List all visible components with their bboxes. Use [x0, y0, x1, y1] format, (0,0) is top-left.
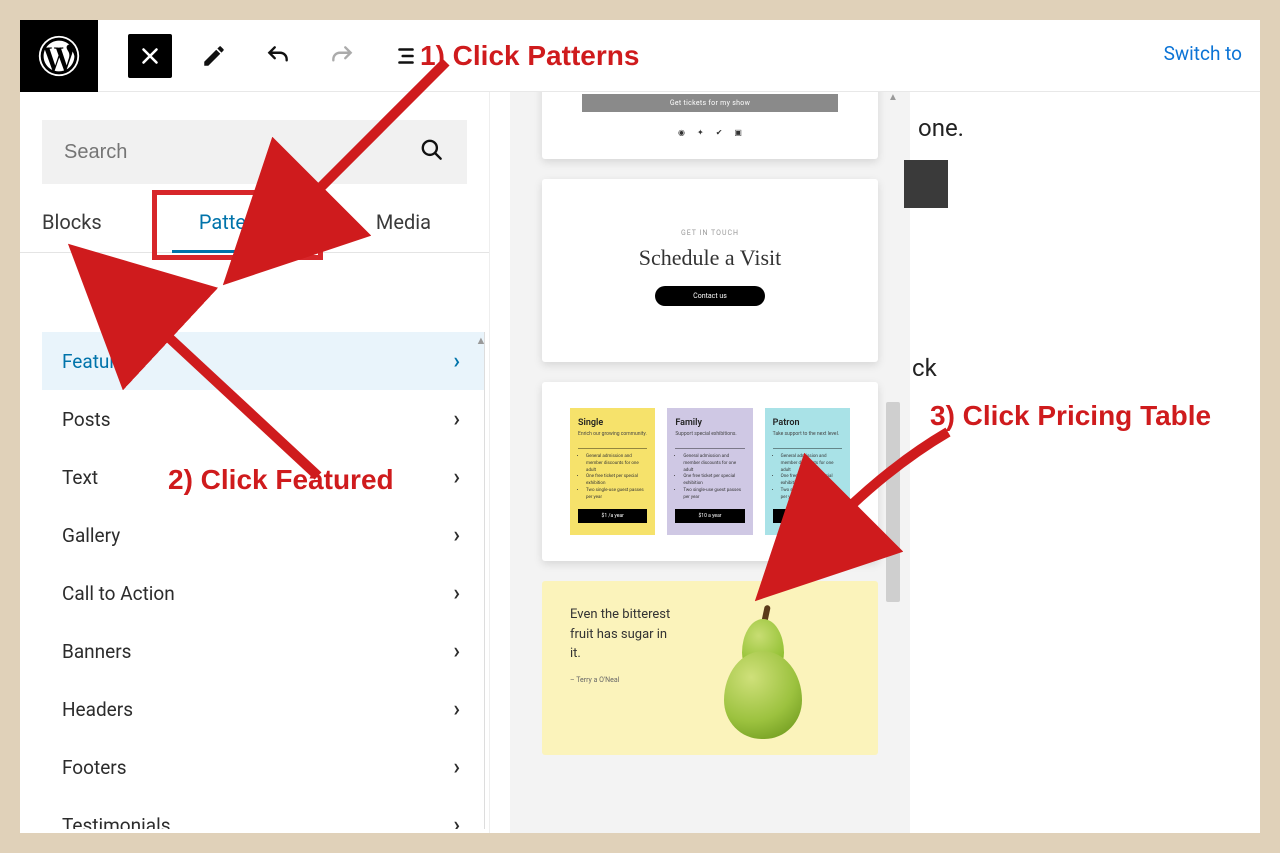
plan-bullet: Two single-use guest passes per year [683, 488, 744, 502]
close-inserter-button[interactable] [128, 34, 172, 78]
pricing-plan: Patron Take support to the next level. G… [765, 408, 850, 535]
redo-icon [329, 43, 355, 69]
search-icon [419, 137, 445, 167]
category-label: Featured [62, 350, 136, 373]
plan-bullet: General admission and member discounts f… [781, 454, 842, 474]
plan-bullet: General admission and member discounts f… [586, 454, 647, 474]
pricing-plan: Family Support special exhibitions. Gene… [667, 408, 752, 535]
category-posts[interactable]: Posts › [42, 390, 484, 448]
wordpress-logo[interactable] [20, 20, 98, 92]
category-testimonials[interactable]: Testimonials › [42, 796, 484, 829]
chevron-right-icon: › [453, 523, 460, 548]
pattern-category-list: Featured › Posts › Text › Gallery › Call… [42, 332, 485, 829]
undo-icon [265, 43, 291, 69]
category-text[interactable]: Text › [42, 448, 484, 506]
canvas-text-fragment: ck [912, 354, 937, 382]
search-input[interactable] [64, 141, 419, 164]
category-label: Testimonials [62, 814, 171, 830]
switch-to-link[interactable]: Switch to [1164, 42, 1242, 65]
category-label: Posts [62, 408, 111, 431]
plan-bullet: General admission and member discounts f… [683, 454, 744, 474]
category-featured[interactable]: Featured › [42, 332, 484, 390]
scroll-thumb[interactable] [886, 402, 900, 602]
plan-cta: $100 /year [773, 509, 842, 523]
edit-tool-button[interactable] [192, 34, 236, 78]
plan-name: Family [675, 418, 744, 428]
redo-button[interactable] [320, 34, 364, 78]
tab-blocks[interactable]: Blocks [42, 202, 172, 252]
pattern-preview-schedule-visit[interactable]: GET IN TOUCH Schedule a Visit Contact us [542, 179, 878, 362]
category-banners[interactable]: Banners › [42, 622, 484, 680]
plan-cta: $1 /a year [578, 509, 647, 523]
tab-patterns-label: Patterns [199, 210, 274, 234]
preview-social-row: ◉✦✔▣ [582, 112, 838, 143]
list-view-icon [393, 43, 419, 69]
scroll-up-icon: ▲ [473, 332, 489, 348]
wordpress-icon [37, 34, 81, 78]
chevron-right-icon: › [453, 407, 460, 432]
chevron-right-icon: › [453, 755, 460, 780]
plan-cta: $10 a year [675, 509, 744, 523]
pattern-preview-column: Get tickets for my show ◉✦✔▣ GET IN TOUC… [510, 92, 910, 833]
canvas-block-rect [904, 160, 948, 208]
quote-attribution: – Terry a O'Neal [570, 676, 680, 684]
preview-scrollbar[interactable]: ▲ [884, 92, 902, 833]
canvas-text-fragment: one. [918, 114, 964, 142]
chevron-right-icon: › [453, 465, 460, 490]
plan-name: Single [578, 418, 647, 428]
category-gallery[interactable]: Gallery › [42, 506, 484, 564]
category-label: Gallery [62, 524, 120, 547]
category-scrollbar[interactable]: ▲ [473, 332, 489, 829]
plan-name: Patron [773, 418, 842, 428]
inserter-tabs: Blocks Patterns Media [20, 184, 489, 253]
pricing-plan: Single Enrich our growing community. Gen… [570, 408, 655, 535]
category-label: Headers [62, 698, 133, 721]
plan-sub: Take support to the next level. [773, 431, 842, 437]
chevron-right-icon: › [453, 639, 460, 664]
category-call-to-action[interactable]: Call to Action › [42, 564, 484, 622]
chevron-right-icon: › [453, 813, 460, 830]
plan-bullet: Two single-use guest passes per year [781, 488, 842, 502]
tab-patterns[interactable]: Patterns [172, 202, 302, 252]
category-label: Call to Action [62, 582, 175, 605]
undo-button[interactable] [256, 34, 300, 78]
pattern-preview-quote-pear[interactable]: Even the bitterest fruit has sugar in it… [542, 581, 878, 755]
preview-title: Schedule a Visit [582, 245, 838, 271]
preview-cta-pill: Contact us [655, 286, 765, 306]
close-icon [137, 43, 163, 69]
plan-sub: Support special exhibitions. [675, 431, 744, 437]
chevron-right-icon: › [453, 697, 460, 722]
pattern-preview-pricing-table[interactable]: Single Enrich our growing community. Gen… [542, 382, 878, 561]
tab-media[interactable]: Media [301, 202, 467, 252]
category-headers[interactable]: Headers › [42, 680, 484, 738]
quote-text: Even the bitterest fruit has sugar in it… [570, 605, 680, 664]
plan-bullet: One free ticket per special exhibition [586, 474, 647, 488]
category-label: Banners [62, 640, 131, 663]
category-footers[interactable]: Footers › [42, 738, 484, 796]
pencil-icon [201, 43, 227, 69]
plan-sub: Enrich our growing community. [578, 431, 647, 437]
category-label: Footers [62, 756, 127, 779]
pear-illustration [700, 605, 810, 745]
preview-bar: Get tickets for my show [582, 94, 838, 112]
plan-bullet: One free ticket per special exhibition [781, 474, 842, 488]
scroll-up-icon: ▲ [884, 92, 902, 108]
chevron-right-icon: › [453, 349, 460, 374]
category-label: Text [62, 466, 98, 489]
plan-bullet: Two single-use guest passes per year [586, 488, 647, 502]
plan-bullet: One free ticket per special exhibition [683, 474, 744, 488]
editor-topbar: Switch to [20, 20, 1260, 92]
block-inserter-panel: Blocks Patterns Media Featured › Posts ›… [20, 92, 490, 833]
preview-kicker: GET IN TOUCH [582, 229, 838, 237]
document-outline-button[interactable] [384, 34, 428, 78]
pattern-preview-tickets[interactable]: Get tickets for my show ◉✦✔▣ [542, 92, 878, 159]
search-input-wrap[interactable] [42, 120, 467, 184]
chevron-right-icon: › [453, 581, 460, 606]
